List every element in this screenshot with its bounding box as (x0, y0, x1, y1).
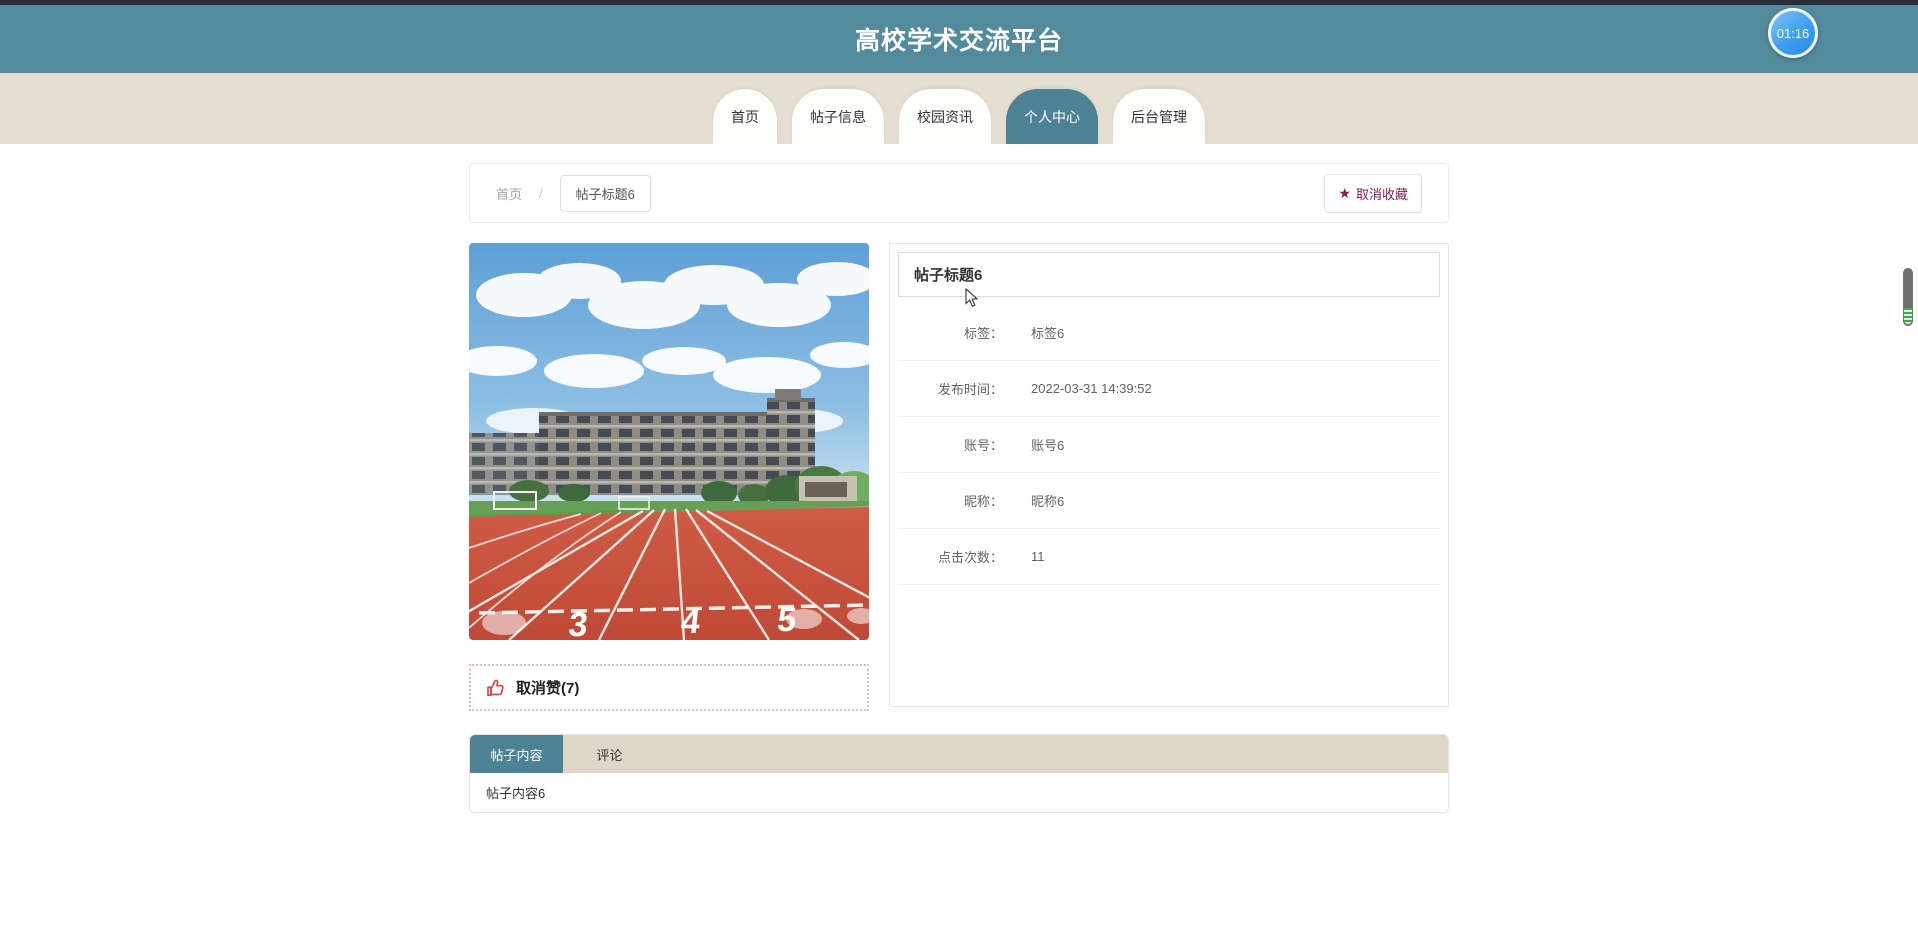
unlike-label: 取消赞(7) (516, 677, 579, 698)
mouse-cursor (965, 288, 979, 308)
unlike-button[interactable]: 取消赞(7) (469, 664, 869, 711)
field-label: 发布时间： (898, 379, 1003, 398)
info-row-click-count: 点击次数： 11 (898, 529, 1440, 585)
post-info-rows: 标签： 标签6 发布时间： 2022-03-31 14:39:52 账号： 账号… (898, 305, 1440, 585)
field-label: 标签： (898, 323, 1003, 342)
field-value: 2022-03-31 14:39:52 (1031, 381, 1152, 396)
scrollbar-stripes (1904, 308, 1912, 324)
post-media-column: 3 4 5 取消赞(7) (469, 243, 869, 711)
field-label: 昵称： (898, 491, 1003, 510)
post-content-text: 帖子内容6 (486, 783, 545, 802)
info-row-account: 账号： 账号6 (898, 417, 1440, 473)
nav-tab-label: 校园资讯 (917, 107, 973, 127)
timer-badge-text: 01:16 (1777, 26, 1810, 41)
thumbs-up-icon (486, 678, 506, 698)
post-photo: 3 4 5 (469, 243, 869, 640)
scrollbar-thumb[interactable] (1903, 268, 1913, 326)
breadcrumb-home-link[interactable]: 首页 (496, 184, 522, 203)
field-value: 昵称6 (1031, 491, 1064, 510)
unfavorite-button[interactable]: ★ 取消收藏 (1324, 174, 1422, 213)
content-tab-label: 帖子内容 (490, 745, 542, 764)
post-content-card: 帖子内容 评论 帖子内容6 (469, 734, 1449, 813)
post-detail-section: 3 4 5 取消赞(7) 帖子标题6 (469, 243, 1449, 711)
content-tab-label: 评论 (596, 745, 622, 764)
svg-text:4: 4 (679, 603, 702, 640)
nav-tab-label: 后台管理 (1131, 107, 1187, 127)
content-tabbar: 帖子内容 评论 (470, 735, 1448, 773)
nav-tab-campus-news[interactable]: 校园资讯 (899, 89, 991, 144)
nav-tab-label: 首页 (731, 107, 759, 127)
nav-tab-home[interactable]: 首页 (713, 89, 777, 144)
nav-tab-admin[interactable]: 后台管理 (1113, 89, 1205, 144)
nav-tab-label: 个人中心 (1024, 107, 1080, 127)
nav-tab-posts[interactable]: 帖子信息 (792, 89, 884, 144)
svg-text:3: 3 (567, 606, 590, 640)
breadcrumb: 首页 / 帖子标题6 ★ 取消收藏 (469, 163, 1449, 223)
field-value: 11 (1031, 549, 1045, 564)
field-label: 点击次数： (898, 547, 1003, 566)
field-value: 账号6 (1031, 435, 1064, 454)
field-value: 标签6 (1031, 323, 1064, 342)
unfavorite-label: 取消收藏 (1356, 184, 1408, 203)
star-icon: ★ (1338, 186, 1351, 200)
timer-badge[interactable]: 01:16 (1768, 8, 1818, 58)
nav-tab-label: 帖子信息 (810, 107, 866, 127)
post-title: 帖子标题6 (898, 252, 1440, 297)
breadcrumb-separator: / (539, 186, 543, 201)
page-container: 首页 / 帖子标题6 ★ 取消收藏 (469, 163, 1449, 813)
field-label: 账号： (898, 435, 1003, 454)
info-row-publish-time: 发布时间： 2022-03-31 14:39:52 (898, 361, 1440, 417)
post-content-body: 帖子内容6 (470, 773, 1448, 812)
main-nav: 首页 帖子信息 校园资讯 个人中心 后台管理 (0, 73, 1918, 144)
tab-comments[interactable]: 评论 (563, 735, 656, 773)
info-row-tag: 标签： 标签6 (898, 305, 1440, 361)
nav-tab-personal-center[interactable]: 个人中心 (1006, 89, 1098, 144)
info-row-nickname: 昵称： 昵称6 (898, 473, 1440, 529)
post-info-panel: 帖子标题6 标签： 标签6 发布时间： 2022-03-31 14:39:52 … (889, 243, 1449, 707)
tab-post-content[interactable]: 帖子内容 (470, 735, 563, 773)
breadcrumb-current: 帖子标题6 (560, 175, 651, 212)
site-title: 高校学术交流平台 (855, 21, 1063, 57)
site-header: 高校学术交流平台 01:16 (0, 5, 1918, 73)
